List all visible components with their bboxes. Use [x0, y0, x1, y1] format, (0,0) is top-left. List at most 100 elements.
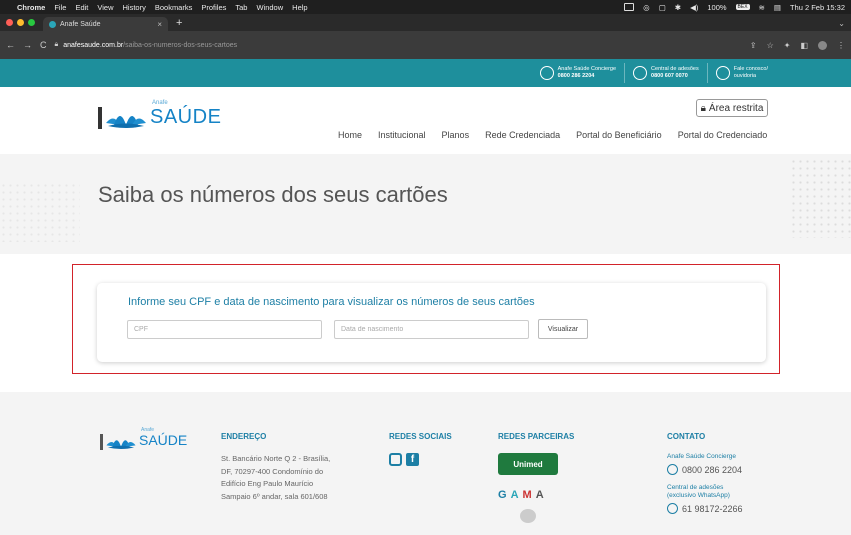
logo-big-text: SAÚDE	[150, 106, 222, 128]
clock[interactable]: Thu 2 Feb 15:32	[790, 3, 845, 12]
form-heading: Informe seu CPF e data de nascimento par…	[128, 296, 535, 308]
more-menu-icon[interactable]: ⋮	[837, 41, 845, 50]
window-icon[interactable]: ▢	[659, 3, 666, 12]
redes-parceiras-title: REDES PARCEIRAS	[498, 432, 575, 441]
card-lookup-form: Informe seu CPF e data de nascimento par…	[97, 283, 766, 362]
battery-icon[interactable]: BEX	[735, 4, 750, 10]
birthdate-input[interactable]	[334, 320, 529, 339]
url-domain: anafesaude.com.br	[63, 41, 124, 49]
chat-icon	[715, 66, 730, 80]
footer-partners: REDES PARCEIRAS Unimed GAMA	[498, 432, 574, 523]
reload-icon[interactable]: C	[40, 40, 47, 50]
unimed-logo[interactable]: Unimed	[498, 453, 558, 475]
menu-window[interactable]: Window	[256, 3, 283, 12]
contato-title: CONTATO	[667, 432, 706, 441]
footer-logo[interactable]: Anafe SAÚDE	[100, 427, 188, 450]
concierge-contact[interactable]: Anafe Saúde Concierge 0800 286 2204	[532, 63, 624, 83]
area-restrita-label: Área restrita	[708, 102, 764, 114]
whatsapp-icon	[667, 503, 678, 514]
person-icon	[633, 66, 648, 80]
lock-icon: 🔒︎	[700, 102, 706, 114]
bookmark-star-icon[interactable]: ☆	[767, 41, 774, 50]
browser-tab[interactable]: Anafe Saúde ×	[43, 17, 168, 31]
maximize-window-icon[interactable]	[28, 19, 35, 26]
nav-portal-beneficiario[interactable]: Portal do Beneficiário	[576, 130, 662, 140]
bluetooth-icon[interactable]: ✱	[675, 3, 681, 12]
nav-institucional[interactable]: Institucional	[378, 130, 426, 140]
adesoes-whatsapp-note: (exclusivo WhatsApp)	[667, 492, 730, 499]
endereco-text: St. Bancário Norte Q 2 - Brasília, DF, 7…	[221, 454, 331, 501]
sidebar-icon[interactable]: ◧	[800, 41, 808, 50]
menu-view[interactable]: View	[97, 3, 113, 12]
facebook-icon[interactable]: f	[406, 453, 419, 466]
gama-letter-g: G	[498, 489, 511, 501]
partner-logo-icon[interactable]	[520, 509, 536, 523]
concierge-phone[interactable]: 0800 286 2204	[667, 464, 743, 475]
profile-avatar[interactable]	[818, 40, 827, 50]
concierge-number: 0800 286 2204	[557, 73, 595, 79]
visualizar-button[interactable]: Visualizar	[538, 319, 588, 339]
instagram-icon[interactable]	[389, 453, 402, 466]
wifi-icon[interactable]: ≋	[759, 3, 765, 12]
cpf-input[interactable]	[127, 320, 322, 339]
gama-logo[interactable]: GAMA	[498, 489, 574, 501]
concierge-label: Anafe Saúde Concierge	[557, 66, 617, 72]
contact-strip: Anafe Saúde Concierge 0800 286 2204 Centr…	[0, 59, 851, 87]
control-center-icon[interactable]: ▤	[774, 3, 781, 12]
nav-home[interactable]: Home	[338, 130, 362, 140]
nav-portal-credenciado[interactable]: Portal do Credenciado	[678, 130, 768, 140]
close-tab-icon[interactable]: ×	[157, 20, 162, 29]
menu-tab[interactable]: Tab	[235, 3, 247, 12]
concierge-label: Anafe Saúde Concierge	[667, 453, 737, 460]
menu-file[interactable]: File	[54, 3, 66, 12]
favicon-icon	[49, 20, 56, 28]
menu-app-name[interactable]: Chrome	[17, 3, 45, 12]
endereco-title: ENDEREÇO	[221, 432, 267, 441]
menu-edit[interactable]: Edit	[75, 3, 88, 12]
decorative-dots-left	[0, 182, 80, 242]
tab-title: Anafe Saúde	[60, 20, 101, 28]
logo-bar	[100, 434, 103, 450]
extensions-icon[interactable]: ✦	[784, 41, 791, 50]
menu-bookmarks[interactable]: Bookmarks	[155, 3, 193, 12]
screen-record-icon[interactable]	[624, 3, 635, 11]
menu-help[interactable]: Help	[292, 3, 307, 12]
window-controls	[0, 19, 43, 31]
page-banner: Saiba os números dos seus cartões	[0, 154, 851, 254]
adesoes-contact[interactable]: Central de adesões 0800 607 0070	[624, 63, 707, 83]
fale-sub: ouvidoria	[733, 73, 757, 79]
share-icon[interactable]: ⇪	[750, 41, 757, 50]
creative-cloud-icon[interactable]: ◎	[643, 3, 650, 12]
whatsapp-phone[interactable]: 61 98172-2266	[667, 503, 743, 514]
volume-icon[interactable]: ◀︎)	[690, 3, 698, 12]
url-path: /saiba-os-numeros-dos-seus-cartoes	[123, 41, 238, 49]
lotus-logo-icon	[106, 440, 136, 449]
close-window-icon[interactable]	[6, 19, 13, 26]
nav-planos[interactable]: Planos	[442, 130, 470, 140]
footer-logo-small: Anafe	[141, 427, 155, 433]
new-tab-icon[interactable]: +	[168, 17, 190, 31]
browser-toolbar: ← → C 🔒︎ anafesaude.com.br/saiba-os-nume…	[0, 31, 851, 59]
fale-conosco-link[interactable]: Fale conosco/ouvidoria	[706, 63, 776, 83]
area-restrita-button[interactable]: 🔒︎ Área restrita	[696, 99, 768, 117]
back-icon[interactable]: ←	[6, 40, 15, 50]
menu-history[interactable]: History	[123, 3, 146, 12]
whatsapp-number: 61 98172-2266	[682, 503, 743, 514]
address-bar[interactable]: 🔒︎ anafesaude.com.br/saiba-os-numeros-do…	[55, 41, 238, 49]
footer-address: ENDEREÇO St. Bancário Norte Q 2 - Brasíl…	[221, 432, 331, 503]
site-footer: Anafe SAÚDE ENDEREÇO St. Bancário Norte …	[0, 392, 851, 535]
footer-logo-big: SAÚDE	[139, 432, 188, 448]
menu-profiles[interactable]: Profiles	[201, 3, 226, 12]
macos-menu-bar: Chrome File Edit View History Bookmarks …	[0, 0, 851, 14]
logo-bar	[98, 107, 102, 129]
concierge-number: 0800 286 2204	[682, 464, 743, 475]
footer-social: REDES SOCIAIS f	[389, 432, 452, 466]
forward-icon[interactable]: →	[23, 40, 32, 50]
nav-rede-credenciada[interactable]: Rede Credenciada	[485, 130, 560, 140]
adesoes-number: 0800 607 0070	[651, 73, 688, 79]
logo-small-text: Anafe	[152, 100, 168, 106]
tab-search-chevron-icon[interactable]: ⌄	[832, 19, 851, 31]
main-nav: Home Institucional Planos Rede Credencia…	[338, 130, 767, 140]
minimize-window-icon[interactable]	[17, 19, 24, 26]
site-logo[interactable]: Anafe SAÚDE	[98, 100, 222, 129]
